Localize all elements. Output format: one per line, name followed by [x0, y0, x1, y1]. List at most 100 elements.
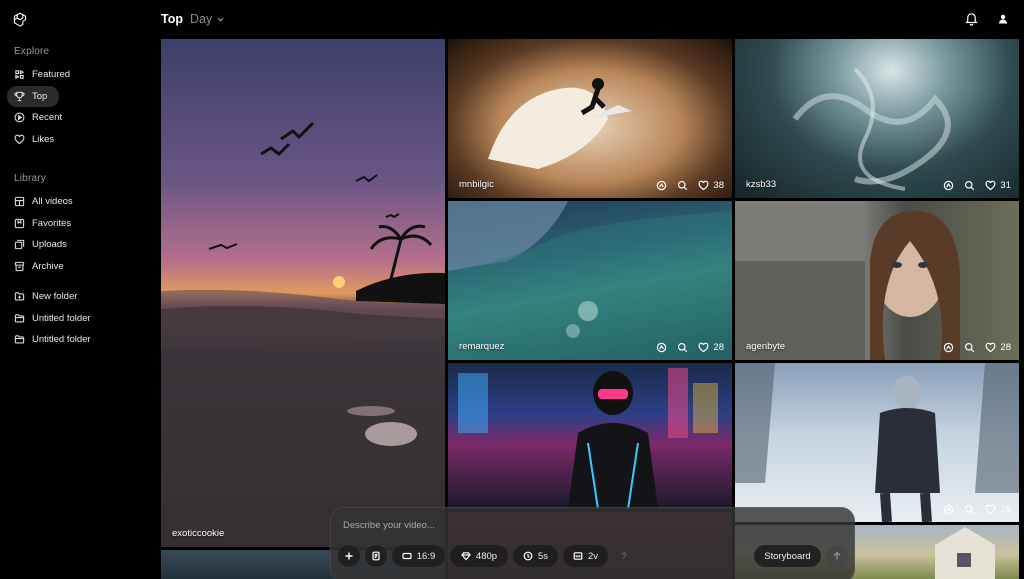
- video-prompt-composer: 16:9 480p 5s 2v ? Storyboard: [330, 507, 855, 579]
- heart-icon: [699, 342, 709, 353]
- video-tile[interactable]: [448, 363, 732, 509]
- sidebar-item-featured[interactable]: Featured: [7, 64, 147, 85]
- video-actions: 25: [943, 504, 1011, 515]
- help-button[interactable]: ?: [613, 545, 635, 567]
- video-tile[interactable]: 25: [735, 363, 1019, 522]
- sidebar-item-label: Top: [32, 91, 48, 102]
- resolution-button[interactable]: 480p: [450, 545, 508, 567]
- time-range-dropdown[interactable]: Day: [190, 12, 225, 26]
- search-icon[interactable]: [677, 342, 688, 353]
- coffee-scene-graphic: [488, 78, 632, 169]
- explore-section-label: Explore: [14, 46, 50, 57]
- sidebar-item-favorites[interactable]: Favorites: [7, 213, 147, 234]
- video-tile[interactable]: agenbyte 28: [735, 201, 1019, 360]
- sidebar-item-archive[interactable]: Archive: [7, 256, 147, 277]
- video-actions: 28: [943, 342, 1011, 353]
- search-icon[interactable]: [964, 180, 975, 191]
- featured-icon: [15, 69, 25, 80]
- variations-value: 2v: [587, 550, 599, 562]
- sidebar-item-untitled-folder[interactable]: Untitled folder: [7, 308, 147, 329]
- search-icon[interactable]: [677, 180, 688, 191]
- sidebar-item-uploads[interactable]: Uploads: [7, 234, 147, 255]
- diamond-icon: [461, 552, 471, 561]
- prompt-input[interactable]: [343, 520, 843, 531]
- heart-icon: [699, 180, 709, 191]
- video-tile[interactable]: exoticcookie: [161, 39, 445, 547]
- sidebar-item-label: Archive: [32, 261, 64, 272]
- submit-button[interactable]: [826, 545, 848, 567]
- help-label: ?: [621, 550, 627, 562]
- like-button[interactable]: 38: [698, 180, 724, 191]
- sidebar-item-new-folder[interactable]: New folder: [7, 286, 147, 307]
- search-icon[interactable]: [964, 504, 975, 515]
- archive-icon: [14, 261, 25, 272]
- plus-icon: [345, 552, 353, 560]
- arrow-up-icon: [833, 551, 841, 560]
- clock-icon: [523, 551, 533, 561]
- page-title: Top: [161, 12, 183, 26]
- video-author[interactable]: remarquez: [459, 341, 504, 352]
- remix-icon[interactable]: [656, 180, 667, 191]
- duration-button[interactable]: 5s: [513, 545, 558, 567]
- sidebar-item-untitled-folder[interactable]: Untitled folder: [7, 329, 147, 350]
- remix-icon[interactable]: [943, 180, 954, 191]
- video-author[interactable]: kzsb33: [746, 179, 776, 190]
- sidebar-item-label: Featured: [32, 69, 71, 80]
- grid-icon: [14, 196, 25, 207]
- remix-icon[interactable]: [943, 504, 954, 515]
- like-button[interactable]: 25: [985, 504, 1011, 515]
- sidebar-item-label: Likes: [32, 134, 55, 145]
- resolution-value: 480p: [475, 550, 498, 562]
- storyboard-button[interactable]: Storyboard: [754, 545, 821, 567]
- like-count: 28: [713, 342, 724, 353]
- like-count: 38: [713, 180, 724, 191]
- video-author[interactable]: exoticcookie: [172, 528, 224, 539]
- sidebar-item-recent[interactable]: Recent: [7, 107, 147, 128]
- variations-button[interactable]: 2v: [563, 545, 608, 567]
- snow-scene-graphic: [735, 363, 1019, 522]
- like-button[interactable]: 31: [985, 180, 1011, 191]
- video-actions: 31: [943, 180, 1011, 191]
- remix-icon[interactable]: [656, 342, 667, 353]
- storyboard-label: Storyboard: [764, 550, 811, 562]
- variations-icon: [573, 552, 583, 560]
- video-actions: 28: [656, 342, 724, 353]
- video-tile[interactable]: kzsb33 31: [735, 39, 1019, 198]
- aspect-ratio-icon: [402, 552, 412, 560]
- chevron-down-icon: [217, 17, 224, 22]
- trophy-icon: [14, 91, 25, 102]
- like-count: 25: [1000, 504, 1011, 515]
- add-media-button[interactable]: [338, 545, 360, 567]
- video-tile[interactable]: mnbilgic 38: [448, 39, 732, 198]
- sidebar-item-label: Recent: [32, 112, 63, 123]
- heart-icon: [14, 134, 25, 145]
- like-button[interactable]: 28: [698, 342, 724, 353]
- sidebar-item-all-videos[interactable]: All videos: [7, 191, 147, 212]
- folder-icon: [14, 314, 25, 323]
- aspect-ratio-button[interactable]: 16:9: [392, 545, 445, 567]
- like-count: 28: [1000, 342, 1011, 353]
- remix-icon[interactable]: [943, 342, 954, 353]
- openai-logo-icon[interactable]: [12, 11, 28, 27]
- motorcycle-scene-graphic: [458, 368, 718, 509]
- sidebar-item-likes[interactable]: Likes: [7, 129, 147, 150]
- sidebar-item-label: New folder: [32, 291, 78, 302]
- user-avatar-icon[interactable]: [997, 13, 1009, 25]
- bookmark-icon: [14, 218, 25, 229]
- wave-scene-graphic: [448, 201, 732, 360]
- sidebar-item-top[interactable]: Top: [7, 86, 59, 107]
- duration-value: 5s: [537, 550, 549, 562]
- uploads-icon: [14, 239, 25, 250]
- video-tile[interactable]: remarquez 28: [448, 201, 732, 360]
- folder-icon: [14, 335, 25, 344]
- notifications-bell-icon[interactable]: [964, 11, 979, 26]
- sidebar: Explore Featured Top Recent Likes Librar…: [0, 0, 160, 579]
- video-author[interactable]: mnbilgic: [459, 179, 494, 190]
- video-author[interactable]: agenbyte: [746, 341, 785, 352]
- presets-button[interactable]: [365, 545, 387, 567]
- heart-icon: [986, 342, 996, 353]
- sidebar-item-label: Untitled folder: [32, 334, 91, 345]
- like-button[interactable]: 28: [985, 342, 1011, 353]
- search-icon[interactable]: [964, 342, 975, 353]
- library-section-label: Library: [14, 173, 46, 184]
